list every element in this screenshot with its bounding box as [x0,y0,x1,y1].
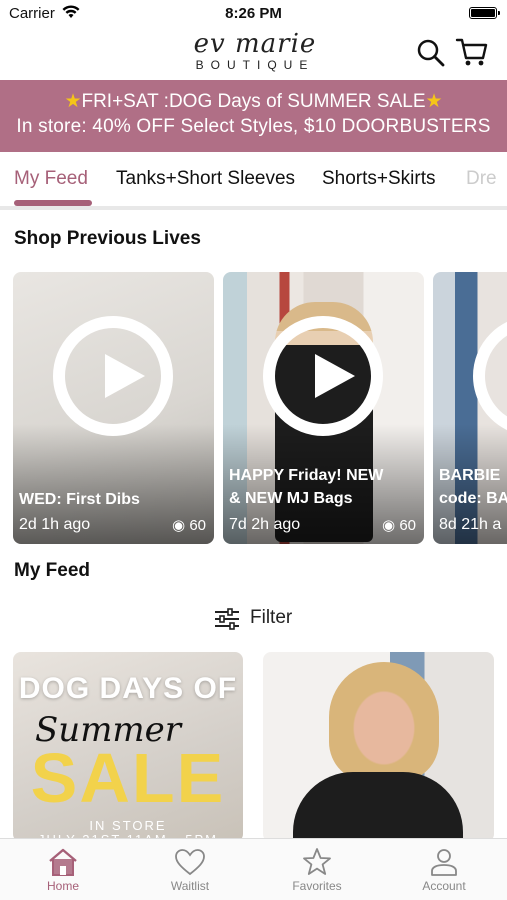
eye-icon: ◉ [172,517,186,534]
feed-card-headline: DOG DAYS OF [18,672,238,705]
promo-line-2: In store: 40% OFF Select Styles, $10 DOO… [16,116,491,137]
live-title: WED: First Dibs [19,491,140,508]
nav-waitlist[interactable]: Waitlist [140,847,240,893]
feed-card-instore: IN STORE [89,818,167,833]
live-video-card[interactable]: BARBIE code: BA 8d 21h a [433,272,507,544]
section-title-my-feed: My Feed [14,560,91,581]
live-title-line-2: & NEW MJ Bags [229,490,353,507]
live-age: 2d 1h ago [19,516,91,533]
active-tab-indicator [14,200,92,206]
tab-my-feed[interactable]: My Feed [14,168,88,190]
star-emoji-icon: ★ [425,91,443,112]
filter-label: Filter [250,607,293,628]
live-video-card[interactable]: HAPPY Friday! NEW & NEW MJ Bags 7d 2h ago… [223,272,424,544]
nav-account[interactable]: Account [394,847,494,893]
bottom-tab-bar: Home Waitlist Favorites Account [0,838,507,900]
status-bar: Carrier 8:26 PM [0,0,507,28]
nav-label-favorites: Favorites [292,879,342,893]
live-title: BARBIE code: BA [439,464,507,510]
star-emoji-icon: ★ [64,91,82,112]
play-icon[interactable] [53,316,173,436]
feed-product-card[interactable]: DOG DAYS OF Summer SALE IN STORE JULY 21… [13,652,243,842]
nav-label-account: Account [422,879,466,893]
section-title-previous-lives: Shop Previous Lives [14,228,201,249]
live-title-line-2: code: BA [439,490,507,507]
heart-icon [175,849,205,876]
live-title-line-1: BARBIE [439,467,501,484]
logo-script: ev marie [193,29,317,59]
cart-icon[interactable] [455,36,489,68]
sliders-icon [215,608,239,630]
tab-dresses[interactable]: Dre [466,168,497,190]
model-photo [329,662,439,782]
logo-subtitle: BOUTIQUE [195,58,315,72]
live-title-line-1: HAPPY Friday! NEW [229,467,384,484]
promo-line-1: ★FRI+SAT :DOG Days of SUMMER SALE★ [0,90,507,114]
promo-line-1-text: FRI+SAT :DOG Days of SUMMER SALE [81,91,426,112]
view-count: ◉ 60 [382,516,416,534]
live-title: HAPPY Friday! NEW & NEW MJ Bags [229,464,383,510]
view-count-value: 60 [189,517,206,534]
nav-label-home: Home [46,879,79,893]
nav-home[interactable]: Home [13,847,113,893]
nav-label-waitlist: Waitlist [170,879,210,893]
category-tabs: My Feed Tanks+Short Sleeves Shorts+Skirt… [0,152,507,210]
live-age: 7d 2h ago [229,516,301,533]
play-icon[interactable] [263,316,383,436]
nav-favorites[interactable]: Favorites [267,847,367,893]
person-icon [431,849,457,876]
tab-tanks-short-sleeves[interactable]: Tanks+Short Sleeves [116,168,295,190]
home-icon [49,848,77,876]
eye-icon: ◉ [382,517,396,534]
live-video-card[interactable]: WED: First Dibs 2d 1h ago ◉ 60 [13,272,214,544]
battery-icon [469,7,500,19]
play-icon[interactable] [473,316,507,436]
view-count-value: 60 [399,517,416,534]
view-count: ◉ 60 [172,516,206,534]
feed-product-card[interactable] [263,652,494,842]
feed-card-sale: SALE [30,739,226,817]
search-icon[interactable] [416,38,446,68]
live-age: 8d 21h a [439,516,502,533]
star-icon [303,848,331,875]
app-header: ev marie BOUTIQUE [0,28,507,80]
clock: 8:26 PM [225,5,282,22]
boutique-logo[interactable]: ev marie BOUTIQUE [160,30,350,78]
tab-shorts-skirts[interactable]: Shorts+Skirts [322,168,436,190]
promo-banner[interactable]: ★FRI+SAT :DOG Days of SUMMER SALE★ In st… [0,80,507,152]
